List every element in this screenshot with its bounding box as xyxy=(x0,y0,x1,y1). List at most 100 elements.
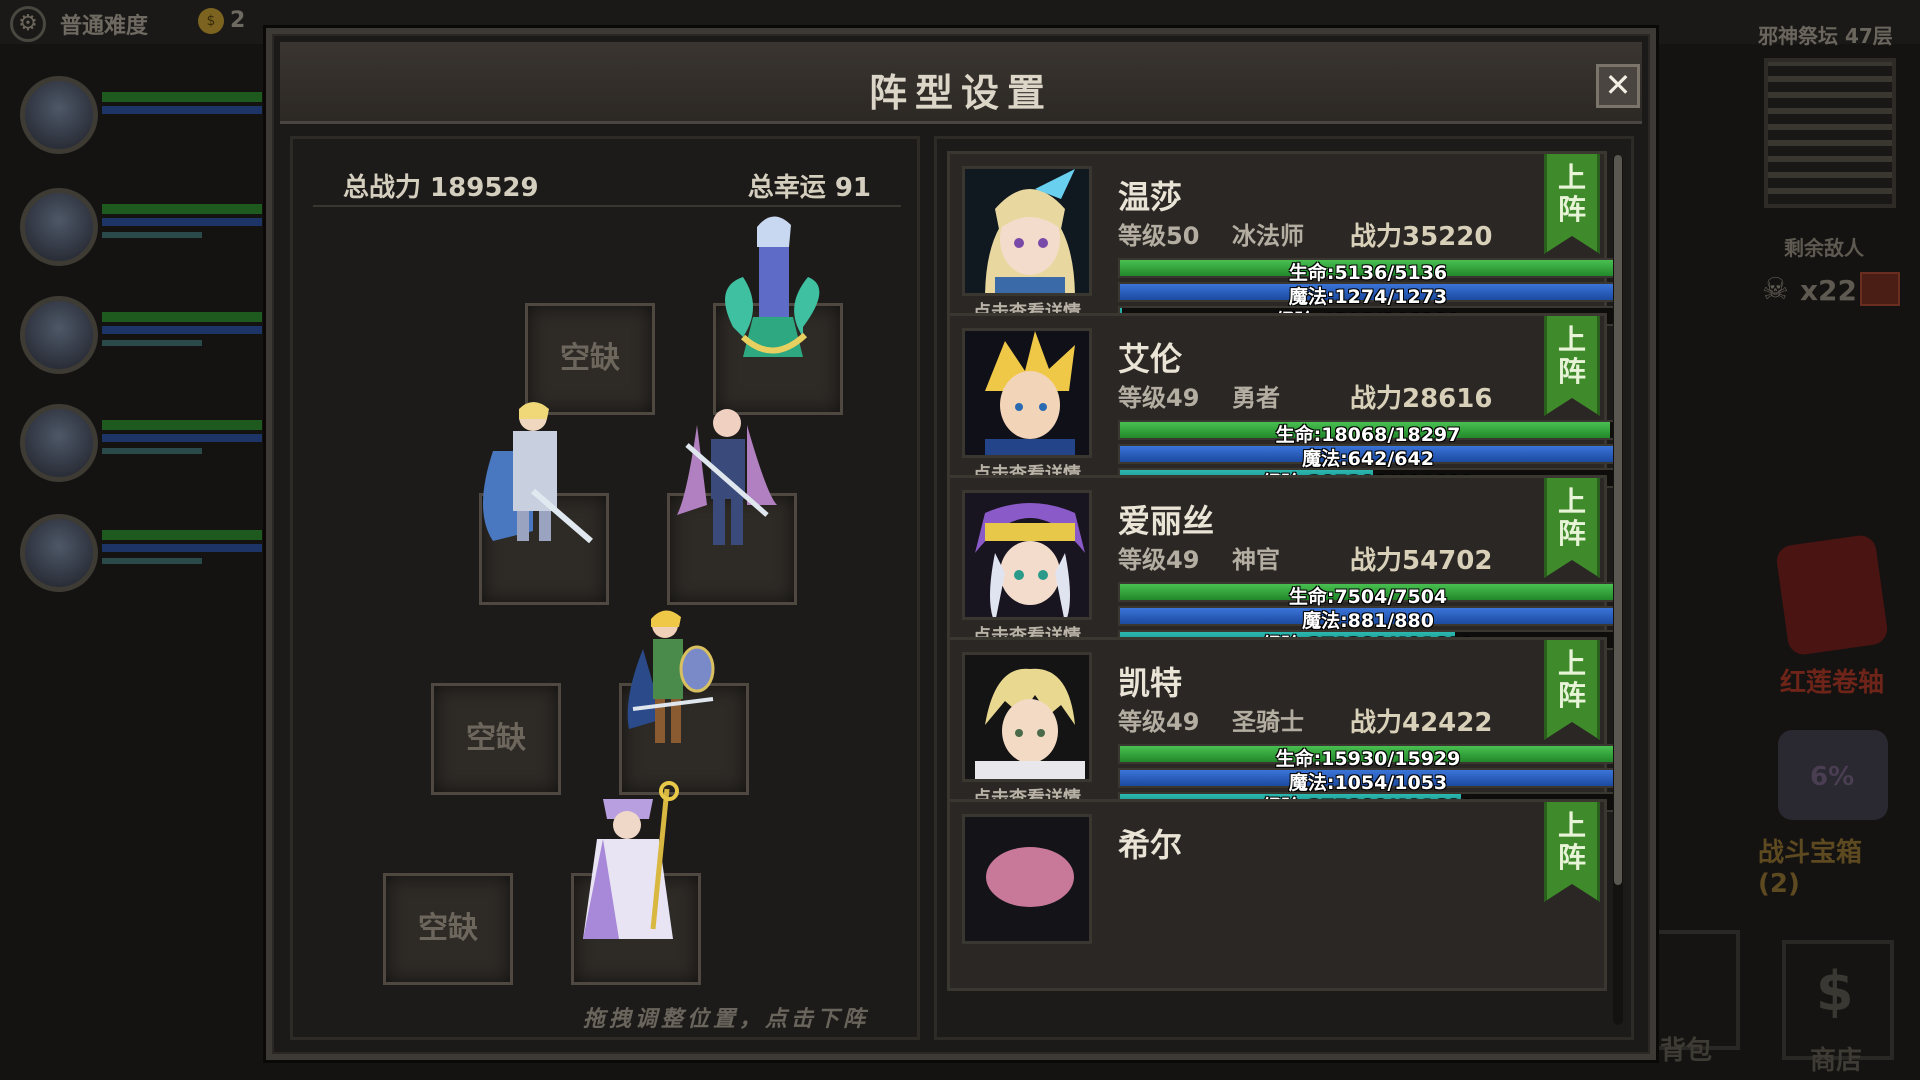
party-xp-bar xyxy=(102,340,202,346)
knight-sprite[interactable] xyxy=(473,391,593,551)
remaining-enemies-count: x22 xyxy=(1800,274,1858,307)
deploy-button[interactable]: 上阵 xyxy=(1544,154,1600,254)
party-portrait xyxy=(20,296,98,374)
dungeon-side-panel: 邪神祭坛 47层 剩余敌人 ☠ x22 红莲卷轴 6% 战斗宝箱 (2) $ 商… xyxy=(1748,10,1908,1076)
hero-power: 战力28616 xyxy=(1350,384,1493,414)
party-xp-bar xyxy=(102,232,202,238)
team-stats-row: 总战力 189529 总幸运 91 xyxy=(313,161,901,207)
mp-text: 魔法:642/642 xyxy=(1302,448,1434,470)
red-lotus-scroll-icon[interactable] xyxy=(1774,533,1890,657)
formation-slot-empty[interactable]: 空缺 xyxy=(383,873,513,985)
roster-scrollbar-thumb[interactable] xyxy=(1614,155,1622,885)
mp-bar: 魔法:881/880 xyxy=(1118,606,1618,632)
party-mp-bar xyxy=(102,544,262,552)
hero-avatar[interactable] xyxy=(962,328,1092,458)
priestess-sprite[interactable] xyxy=(563,779,693,949)
hero-level: 等级49 xyxy=(1118,546,1200,574)
hero-level: 等级49 xyxy=(1118,708,1200,736)
dungeon-floor-label: 邪神祭坛 47层 xyxy=(1758,24,1893,48)
roster-scrollbar[interactable] xyxy=(1613,155,1623,1025)
total-luck: 总幸运 91 xyxy=(747,173,871,203)
red-lotus-scroll-label: 红莲卷轴 xyxy=(1780,668,1885,698)
hero-power: 战力35220 xyxy=(1350,222,1493,252)
party-hp-bar xyxy=(102,312,262,322)
party-portrait xyxy=(20,514,98,592)
hero-portrait-icon xyxy=(965,169,1089,293)
ice-mage-sprite[interactable] xyxy=(713,207,833,367)
shop-dollar-icon: $ xyxy=(1816,960,1854,1023)
close-icon[interactable]: ✕ xyxy=(1596,64,1640,108)
hp-text: 生命:5136/5136 xyxy=(1288,262,1448,284)
deploy-button[interactable]: 上阵 xyxy=(1544,316,1600,416)
formation-dialog: 阵型设置 ✕ 总战力 189529 总幸运 91 空缺 空缺 空缺 拖拽调整位置… xyxy=(266,28,1656,1060)
deploy-button[interactable]: 上阵 xyxy=(1544,478,1600,578)
total-power: 总战力 189529 xyxy=(343,173,539,203)
hero-avatar[interactable] xyxy=(962,814,1092,944)
deploy-button[interactable]: 上阵 xyxy=(1544,640,1600,740)
treasure-chest-icon xyxy=(1860,272,1900,306)
hero-card[interactable]: 希尔 上阵 xyxy=(947,799,1607,991)
battle-chest-label: 战斗宝箱 (2) xyxy=(1758,838,1863,899)
hero-avatar[interactable] xyxy=(962,166,1092,296)
hero-roster-list[interactable]: 点击查看详情 温莎 等级50 冰法师 战力35220 上阵 生命:5136/51… xyxy=(934,136,1634,1040)
party-mp-bar xyxy=(102,106,262,114)
party-hp-bar xyxy=(102,530,262,540)
hp-bar: 生命:5136/5136 xyxy=(1118,258,1618,284)
hero-name: 希尔 xyxy=(1118,826,1183,864)
remaining-enemies-label: 剩余敌人 xyxy=(1784,236,1864,260)
formation-hint: 拖拽调整位置，点击下阵 xyxy=(583,1007,870,1032)
party-mp-bar xyxy=(102,218,262,226)
difficulty-label: 普通难度 xyxy=(60,14,149,39)
hero-name: 爱丽丝 xyxy=(1118,502,1215,540)
mp-text: 魔法:881/880 xyxy=(1302,610,1434,632)
party-mp-bar xyxy=(102,326,262,334)
party-xp-bar xyxy=(102,558,202,564)
party-hp-bar xyxy=(102,92,262,102)
hero-class: 神官 xyxy=(1232,546,1280,574)
hp-bar: 生命:18068/18297 xyxy=(1118,420,1618,446)
hero-class: 圣骑士 xyxy=(1232,708,1304,736)
hero-avatar[interactable] xyxy=(962,490,1092,620)
hero-swordsman-sprite[interactable] xyxy=(613,599,723,759)
bag-label: 背包 xyxy=(1660,1036,1713,1066)
skull-icon: ☠ xyxy=(1762,272,1789,307)
shop-label: 商店 xyxy=(1810,1046,1863,1076)
hp-bar: 生命:7504/7504 xyxy=(1118,582,1618,608)
dialog-title: 阵型设置 xyxy=(868,71,1053,115)
hero-level: 等级50 xyxy=(1118,222,1200,250)
formation-slot-empty[interactable]: 空缺 xyxy=(431,683,561,795)
hp-text: 生命:18068/18297 xyxy=(1275,424,1461,446)
hero-name: 温莎 xyxy=(1118,178,1183,216)
gold-coin-icon: $ xyxy=(198,8,224,34)
empty-slot-label: 空缺 xyxy=(466,721,526,756)
empty-slot-label: 空缺 xyxy=(418,911,478,946)
hp-bar: 生命:15930/15929 xyxy=(1118,744,1618,770)
party-hp-bar xyxy=(102,420,262,430)
hero-portrait-icon xyxy=(965,655,1089,779)
party-member-slot[interactable] xyxy=(16,182,262,272)
party-mp-bar xyxy=(102,434,262,442)
hero-class: 勇者 xyxy=(1232,384,1280,412)
hp-text: 生命:7504/7504 xyxy=(1288,586,1448,608)
mp-bar: 魔法:1274/1273 xyxy=(1118,282,1618,308)
hero-avatar[interactable] xyxy=(962,652,1092,782)
swordswoman-sprite[interactable] xyxy=(667,395,787,555)
party-member-slot[interactable] xyxy=(16,290,262,380)
hero-power: 战力54702 xyxy=(1350,546,1493,576)
party-hp-bar xyxy=(102,204,262,214)
mp-bar: 魔法:1054/1053 xyxy=(1118,768,1618,794)
party-member-slot[interactable] xyxy=(16,70,262,160)
hero-portrait-icon xyxy=(965,817,1089,941)
party-member-slot[interactable] xyxy=(16,398,262,488)
mp-bar: 魔法:642/642 xyxy=(1118,444,1618,470)
battle-chest-percent: 6% xyxy=(1810,762,1855,792)
minimap[interactable] xyxy=(1764,58,1896,208)
party-portrait xyxy=(20,404,98,482)
party-member-slot[interactable] xyxy=(16,508,262,598)
party-portrait xyxy=(20,188,98,266)
hero-level: 等级49 xyxy=(1118,384,1200,412)
deploy-button[interactable]: 上阵 xyxy=(1544,802,1600,902)
settings-gear-icon[interactable]: ⚙ xyxy=(10,6,46,42)
gold-amount: 2 xyxy=(230,8,246,33)
hero-portrait-icon xyxy=(965,331,1089,455)
